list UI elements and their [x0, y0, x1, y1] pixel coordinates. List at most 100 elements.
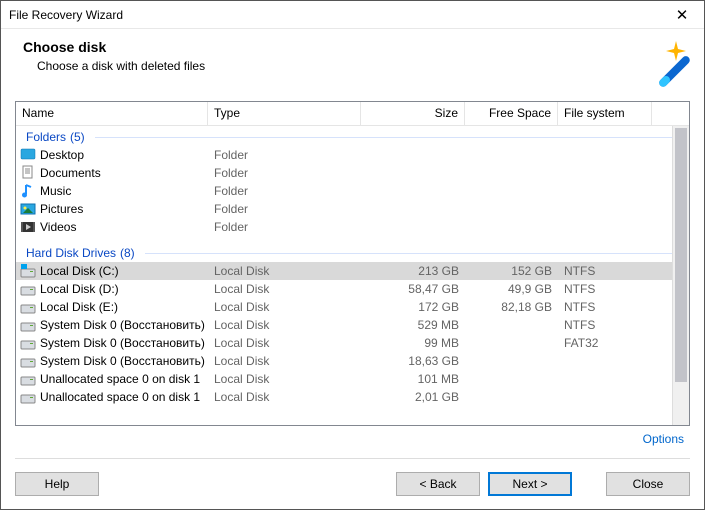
disk-icon — [20, 335, 36, 351]
desktop-icon — [20, 147, 36, 163]
close-icon[interactable]: ✕ — [662, 2, 702, 28]
row-name: Local Disk (D:) — [40, 282, 119, 296]
disk-icon — [20, 389, 36, 405]
row-type: Folder — [208, 201, 361, 217]
row-file-system: FAT32 — [558, 335, 652, 351]
row-name: System Disk 0 (Восстановить) — [40, 354, 205, 368]
header-text: Choose disk Choose a disk with deleted f… — [23, 39, 642, 73]
disk-icon — [20, 353, 36, 369]
group-drives-label: Hard Disk Drives — [26, 246, 116, 260]
page-title: Choose disk — [23, 39, 642, 55]
row-free-space — [465, 226, 558, 228]
row-name: Videos — [40, 220, 76, 234]
group-folders-count: (5) — [70, 130, 85, 144]
page-header: Choose disk Choose a disk with deleted f… — [1, 29, 704, 101]
row-size: 18,63 GB — [361, 353, 465, 369]
scrollbar[interactable] — [672, 126, 689, 425]
row-name: Pictures — [40, 202, 83, 216]
titlebar: File Recovery Wizard ✕ — [1, 1, 704, 29]
group-drives-count: (8) — [120, 246, 135, 260]
disk-win-icon — [20, 263, 36, 279]
row-free-space — [465, 342, 558, 344]
row-free-space — [465, 154, 558, 156]
row-size: 99 MB — [361, 335, 465, 351]
row-type: Local Disk — [208, 281, 361, 297]
drive-row[interactable]: Unallocated space 0 on disk 1Local Disk2… — [16, 388, 689, 406]
close-button[interactable]: Close — [606, 472, 690, 496]
scrollbar-thumb[interactable] — [675, 128, 687, 382]
row-size: 58,47 GB — [361, 281, 465, 297]
row-free-space — [465, 172, 558, 174]
row-file-system — [558, 378, 652, 380]
disk-list: Name Type Size Free Space File system Fo… — [15, 101, 690, 426]
drive-row[interactable]: System Disk 0 (Восстановить)Local Disk52… — [16, 316, 689, 334]
row-name-cell: System Disk 0 (Восстановить) — [16, 334, 208, 352]
disk-icon — [20, 317, 36, 333]
row-name-cell: Unallocated space 0 on disk 1 — [16, 370, 208, 388]
row-name: System Disk 0 (Восстановить) — [40, 318, 205, 332]
row-type: Local Disk — [208, 371, 361, 387]
folder-row[interactable]: DocumentsFolder — [16, 164, 689, 182]
drive-row[interactable]: System Disk 0 (Восстановить)Local Disk99… — [16, 334, 689, 352]
row-size: 2,01 GB — [361, 389, 465, 405]
row-free-space — [465, 208, 558, 210]
drive-row[interactable]: Local Disk (C:)Local Disk213 GB152 GBNTF… — [16, 262, 689, 280]
options-link[interactable]: Options — [643, 432, 684, 446]
next-button[interactable]: Next > — [488, 472, 572, 496]
folder-row[interactable]: Pictures Folder — [16, 200, 689, 218]
column-free-space[interactable]: Free Space — [465, 102, 558, 125]
row-name-cell: System Disk 0 (Восстановить) — [16, 352, 208, 370]
footer: Help < Back Next > Close — [1, 459, 704, 509]
row-size: 529 MB — [361, 317, 465, 333]
row-free-space — [465, 360, 558, 362]
row-free-space — [465, 324, 558, 326]
row-name: Unallocated space 0 on disk 1 — [40, 372, 200, 386]
disk-icon — [20, 299, 36, 315]
documents-icon — [20, 165, 36, 181]
row-free-space — [465, 396, 558, 398]
folder-row[interactable]: MusicFolder — [16, 182, 689, 200]
drive-row[interactable]: Unallocated space 0 on disk 1Local Disk1… — [16, 370, 689, 388]
row-name-cell: Music — [16, 182, 208, 200]
drive-row[interactable]: Local Disk (E:)Local Disk172 GB82,18 GBN… — [16, 298, 689, 316]
row-name-cell: Unallocated space 0 on disk 1 — [16, 388, 208, 406]
row-file-system: NTFS — [558, 263, 652, 279]
options-row: Options — [1, 426, 704, 452]
row-file-system: NTFS — [558, 281, 652, 297]
row-file-system — [558, 226, 652, 228]
back-button[interactable]: < Back — [396, 472, 480, 496]
row-file-system: NTFS — [558, 317, 652, 333]
column-file-system[interactable]: File system — [558, 102, 652, 125]
help-button[interactable]: Help — [15, 472, 99, 496]
drive-row[interactable]: System Disk 0 (Восстановить)Local Disk18… — [16, 352, 689, 370]
row-type: Local Disk — [208, 317, 361, 333]
row-name-cell: Pictures — [16, 200, 208, 218]
row-free-space: 152 GB — [465, 263, 558, 279]
row-name: Documents — [40, 166, 101, 180]
group-divider — [145, 253, 673, 254]
column-name[interactable]: Name — [16, 102, 208, 125]
column-headers: Name Type Size Free Space File system — [16, 102, 689, 126]
group-divider — [95, 137, 673, 138]
row-size — [361, 190, 465, 192]
row-free-space — [465, 378, 558, 380]
row-file-system — [558, 396, 652, 398]
row-name: System Disk 0 (Восстановить) — [40, 336, 205, 350]
column-type[interactable]: Type — [208, 102, 361, 125]
page-subtitle: Choose a disk with deleted files — [37, 59, 642, 73]
folder-row[interactable]: VideosFolder — [16, 218, 689, 236]
wizard-window: File Recovery Wizard ✕ Choose disk Choos… — [0, 0, 705, 510]
row-type: Local Disk — [208, 263, 361, 279]
row-type: Local Disk — [208, 353, 361, 369]
music-icon — [20, 183, 36, 199]
row-file-system — [558, 360, 652, 362]
row-free-space: 49,9 GB — [465, 281, 558, 297]
drive-row[interactable]: Local Disk (D:) Local Disk58,47 GB49,9 GB… — [16, 280, 689, 298]
row-name-cell: Desktop — [16, 146, 208, 164]
list-body: Folders (5) DesktopFolderDocumentsFolder… — [16, 126, 689, 425]
row-file-system: NTFS — [558, 299, 652, 315]
row-size — [361, 172, 465, 174]
folder-row[interactable]: DesktopFolder — [16, 146, 689, 164]
column-size[interactable]: Size — [361, 102, 465, 125]
row-file-system — [558, 172, 652, 174]
